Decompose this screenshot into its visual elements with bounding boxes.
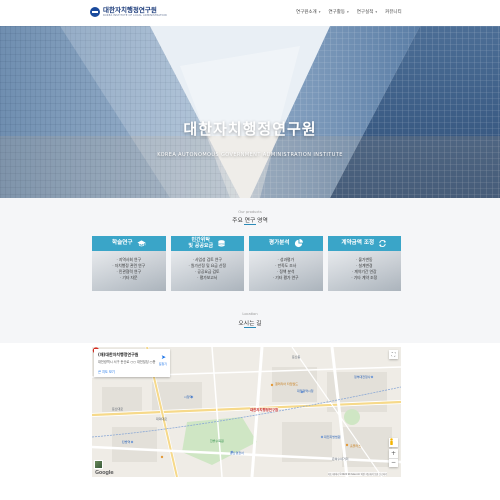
map-attribution[interactable]: 지도 데이터 ©2024 SK telecom 약관 지도에서 오류 신고하기: [327, 472, 387, 476]
zoom-out-button[interactable]: −: [389, 457, 398, 468]
nav-item-label: 커뮤니티: [385, 10, 402, 15]
card-list: · 사업성 검토 연구 · 원가산정 및 요금 산정 · 공공요금 검토 · 평…: [171, 257, 245, 281]
location-eyebrow: Location: [242, 312, 258, 316]
research-eyebrow: Our products: [238, 210, 262, 214]
place-name: (재)대한자치행정연구원: [98, 352, 139, 357]
logo-subtitle: KOREA INSTITUTE OF LOCAL ADMINISTRATION: [103, 13, 167, 17]
map-label-park: 한밭수목원: [210, 439, 224, 443]
map-label-court: 대전지방법원: [324, 435, 341, 439]
card-list: · 지역사회 연구 · 자치행정 관련 연구 · 민관협력 연구 · 기타 자문: [92, 257, 166, 281]
larger-map-link[interactable]: 큰 지도 보기: [98, 369, 115, 374]
card-header: 민간위탁 및 공공요금: [170, 236, 244, 251]
directions-label[interactable]: 길찾기: [159, 362, 167, 366]
card-title: 민간위탁 및 공공요금: [188, 237, 214, 249]
nav-item-achievements[interactable]: 연구실적 ▾: [357, 9, 377, 15]
hero-subtitle: KOREA AUTONOMOUS GOVERNMENT ADMINISTRATI…: [157, 152, 343, 158]
card-list: · 물가변동 · 설계변경 · 계약기간 연장 · 기타 계약 조정: [328, 257, 402, 281]
main-nav: 연구원소개 ▾ 연구활동 ▾ 연구실적 ▾ 커뮤니티: [296, 9, 402, 15]
hero-title: 대한자치행정연구원: [183, 120, 317, 138]
card-header: 평가분석: [249, 236, 323, 251]
hero-buildings-image: [0, 26, 500, 198]
research-title: 주요 연구 영역: [232, 218, 268, 224]
card-body: · 성과평가 · 만족도 조사 · 정책 분석 · 기타 평가 연구: [249, 251, 323, 291]
map-label-station-1: 탄방역: [122, 440, 131, 444]
pie-chart-icon: [294, 239, 303, 248]
research-card-evaluation[interactable]: 평가분석 · 성과평가 · 만족도 조사 · 정책 분석 · 기타 평가 연구: [249, 236, 323, 291]
map-label-road-2: 대덕대로: [156, 417, 168, 421]
nav-item-label: 연구실적: [356, 10, 374, 15]
location-title: 오시는 길: [238, 321, 262, 327]
logo-text: 대한자치행정연구원 KOREA INSTITUTE OF LOCAL ADMIN…: [103, 7, 167, 17]
list-item: · 기타 자문: [119, 275, 138, 280]
research-section: Our products 주요 연구 영역 학술연구 · 지역사회 연구 · 자…: [0, 198, 500, 303]
site-header: 대한자치행정연구원 KOREA INSTITUTE OF LOCAL ADMIN…: [0, 0, 500, 26]
nav-item-label: 연구원소개: [296, 10, 317, 15]
hero-banner: 대한자치행정연구원 KOREA AUTONOMOUS GOVERNMENT AD…: [0, 26, 500, 198]
map-label-district: 둔산동: [292, 355, 301, 359]
card-list: · 성과평가 · 만족도 조사 · 정책 분석 · 기타 평가 연구: [249, 257, 323, 281]
logo-mark-icon: [90, 7, 100, 18]
refresh-icon: [379, 239, 387, 248]
place-address: 대전광역시 서구 둔산로 ○○ 대전빌딩 ○층: [98, 360, 156, 364]
card-title: 계약금액 조정: [341, 239, 375, 246]
research-card-outsourcing[interactable]: 민간위탁 및 공공요금 · 사업성 검토 연구 · 원가산정 및 요금 산정 ·…: [170, 236, 245, 291]
card-title: 학술연구: [111, 239, 133, 246]
list-item: · 기타 평가 연구: [272, 275, 299, 280]
map-label-gov: 정부대전청사: [354, 375, 371, 379]
map-label-station-2: 시청역: [184, 395, 193, 399]
nav-item-about[interactable]: 연구원소개 ▾: [296, 9, 320, 15]
embedded-map[interactable]: 둔산동 대전광역시청 갤러리아 타임월드 대전지방법원 정부대전청사 한밭수목원…: [92, 347, 401, 477]
nav-item-label: 연구활동: [328, 10, 346, 15]
map-label-store: 홈플러스: [350, 444, 362, 448]
map-label-police: 둔산경찰서: [230, 451, 244, 455]
chevron-down-icon: ▾: [318, 10, 321, 14]
card-body: · 사업성 검토 연구 · 원가산정 및 요금 산정 · 공공요금 검토 · 평…: [170, 251, 245, 291]
research-cards: 학술연구 · 지역사회 연구 · 자치행정 관련 연구 · 민관협력 연구 · …: [92, 236, 401, 291]
card-title: 평가분석: [268, 239, 290, 246]
card-body: · 물가변동 · 설계변경 · 계약기간 연장 · 기타 계약 조정: [327, 251, 402, 291]
card-header: 학술연구: [92, 236, 166, 251]
place-info-card: (재)대한자치행정연구원 대전광역시 서구 둔산로 ○○ 대전빌딩 ○층 큰 지…: [94, 349, 170, 377]
street-view-icon[interactable]: [389, 438, 398, 447]
satellite-toggle[interactable]: [94, 460, 103, 469]
map-label-mall: 갤러리아 타임월드: [275, 382, 299, 386]
location-title-underline: [244, 327, 256, 328]
logo-title: 대한자치행정연구원: [103, 6, 157, 14]
list-item: · 기타 계약 조정: [351, 275, 378, 280]
zoom-control: + −: [389, 449, 398, 467]
coin-stack-icon: [218, 240, 225, 247]
location-section: Location 오시는 길: [0, 303, 500, 343]
list-item: · 평가보고서: [197, 275, 218, 280]
directions-icon[interactable]: ➤: [161, 354, 166, 361]
card-body: · 지역사회 연구 · 자치행정 관련 연구 · 민관협력 연구 · 기타 자문: [92, 251, 166, 291]
map-label-road-1: 둔산대로: [112, 407, 124, 411]
fullscreen-icon[interactable]: ⛶: [389, 350, 398, 359]
map-label-city-hall: 대전광역시청: [297, 389, 314, 393]
map-label-crossroad: 은하수네거리: [332, 457, 349, 461]
zoom-in-button[interactable]: +: [389, 449, 398, 458]
card-header: 계약금액 조정: [327, 236, 401, 251]
map-marker-label: 대한자치행정연구원: [250, 407, 279, 412]
nav-item-activities[interactable]: 연구활동 ▾: [328, 9, 348, 15]
research-card-contract[interactable]: 계약금액 조정 · 물가변동 · 설계변경 · 계약기간 연장 · 기타 계약 …: [327, 236, 402, 291]
chevron-down-icon: ▾: [375, 10, 378, 14]
google-logo: Google: [95, 470, 114, 476]
pegman-icon: [390, 438, 393, 445]
chevron-down-icon: ▾: [347, 10, 349, 14]
nav-item-community[interactable]: 커뮤니티: [385, 9, 402, 15]
graduation-cap-icon: [136, 240, 146, 247]
research-card-academic[interactable]: 학술연구 · 지역사회 연구 · 자치행정 관련 연구 · 민관협력 연구 · …: [92, 236, 166, 291]
site-logo[interactable]: 대한자치행정연구원 KOREA INSTITUTE OF LOCAL ADMIN…: [90, 7, 167, 18]
research-title-underline: [244, 224, 256, 225]
